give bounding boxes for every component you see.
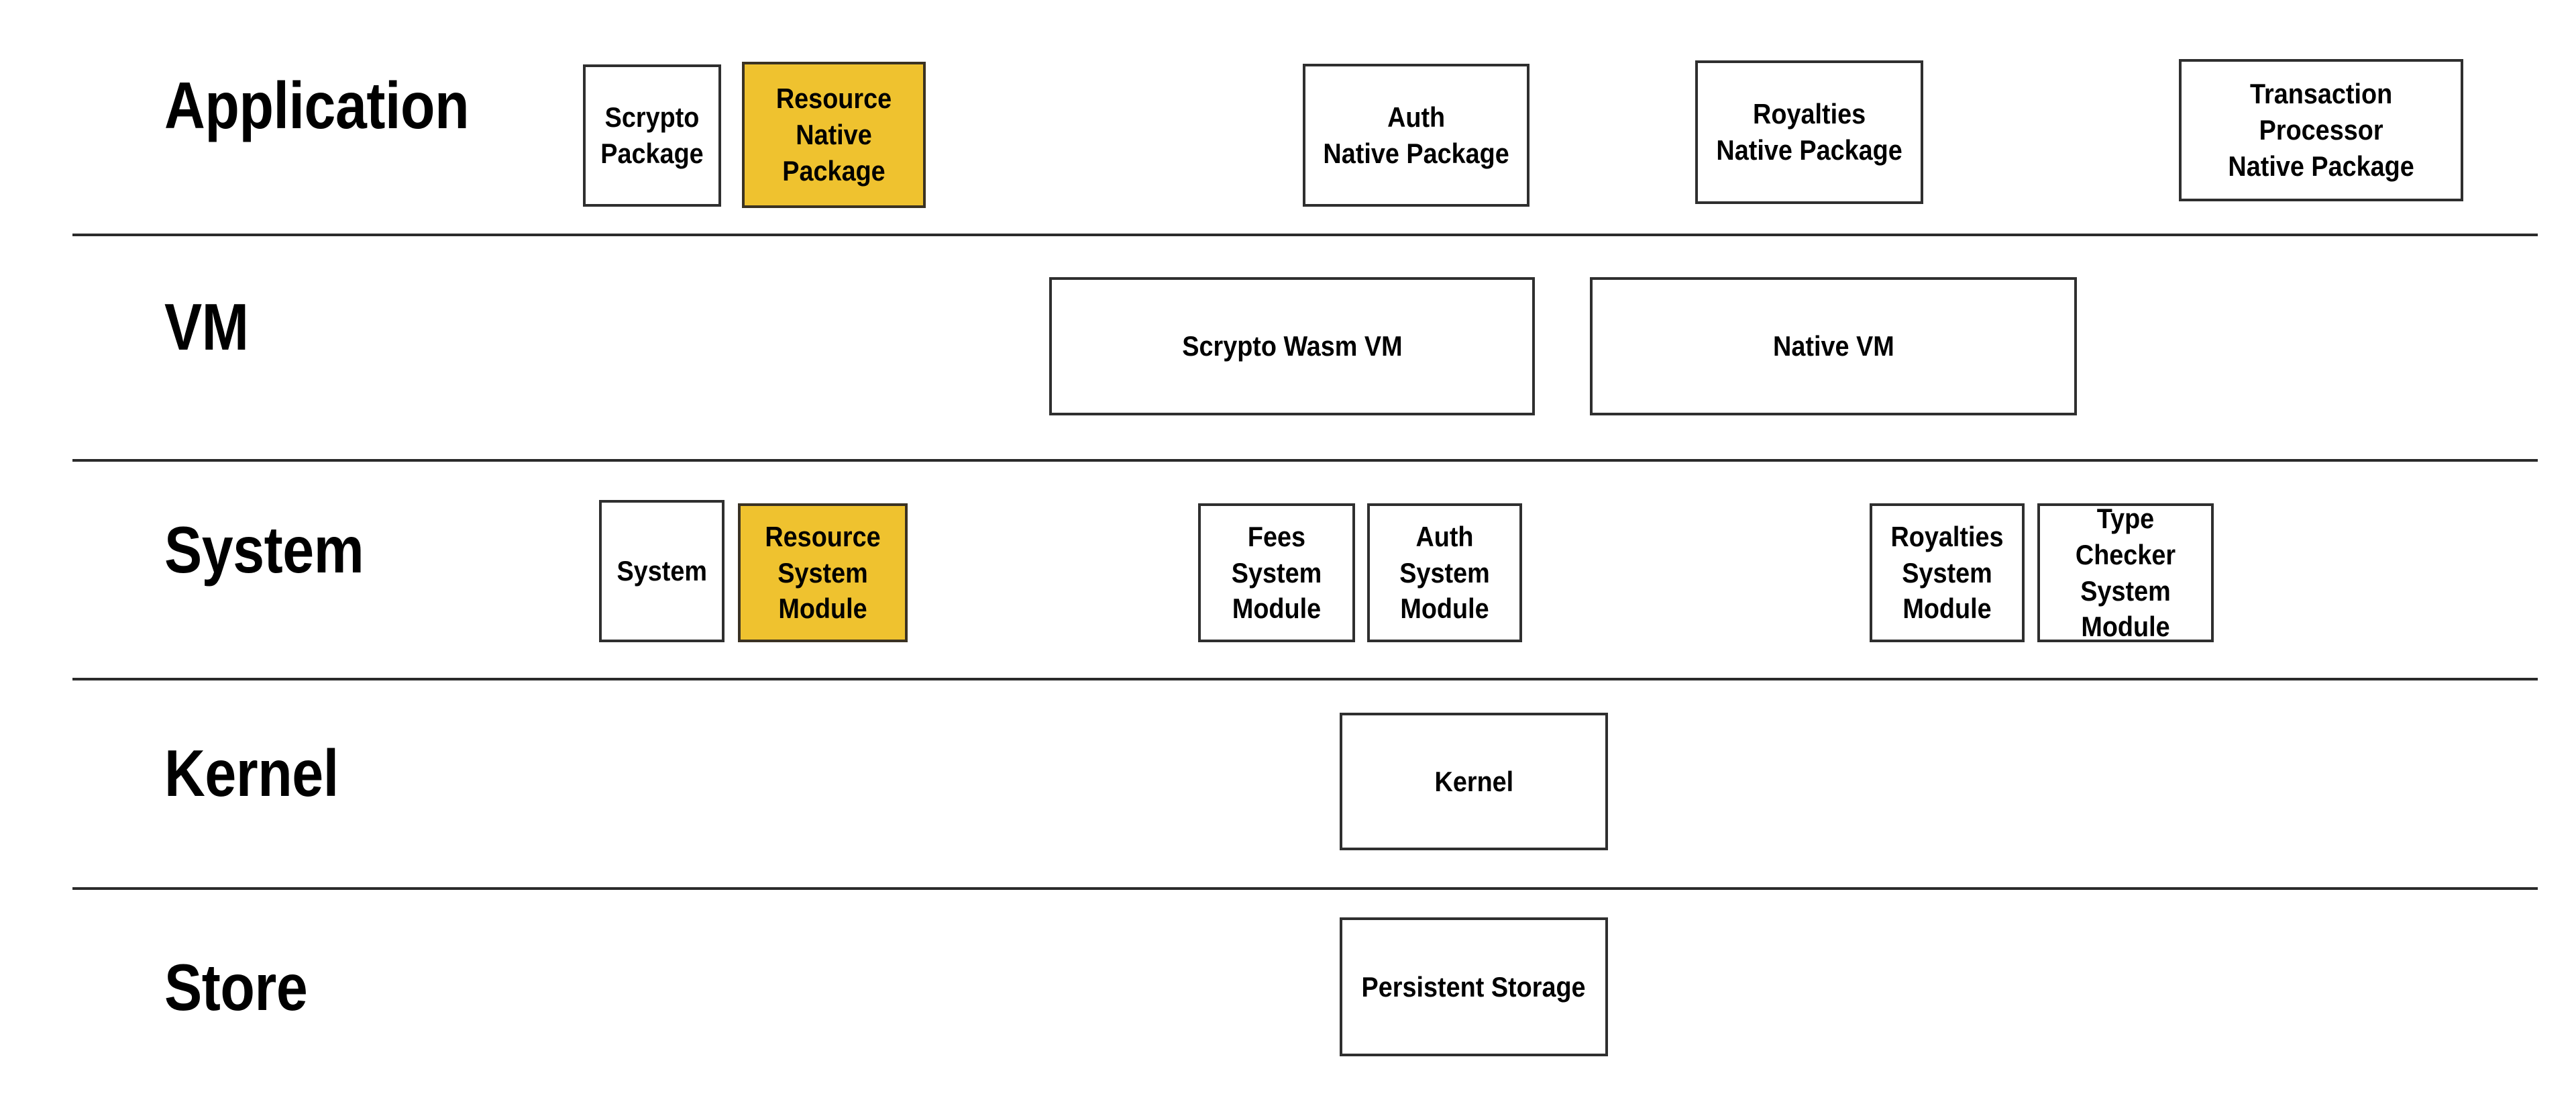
node-label: Persistent Storage (1361, 970, 1587, 1003)
divider-system-kernel (72, 678, 2538, 680)
layer-label-system: System (164, 513, 364, 587)
node-label: Kernel (1434, 765, 1513, 797)
node-label: Transaction Processor Native Package (2228, 78, 2414, 182)
node-persistent-storage[interactable]: Persistent Storage (1340, 917, 1608, 1056)
layer-label-application: Application (164, 68, 470, 142)
node-label: Royalties Native Package (1716, 98, 1902, 166)
divider-vm-system (72, 459, 2538, 462)
node-royalties-native-package[interactable]: Royalties Native Package (1695, 60, 1923, 204)
node-scrypto-wasm-vm[interactable]: Scrypto Wasm VM (1049, 277, 1535, 415)
node-label: Type Checker System Module (2075, 503, 2176, 643)
node-label: Auth System Module (1399, 520, 1490, 625)
layer-label-store: Store (164, 950, 308, 1024)
node-label: Scrypto Package (600, 101, 704, 169)
node-royalties-system-module[interactable]: Royalties System Module (1870, 503, 2025, 642)
node-auth-native-package[interactable]: Auth Native Package (1303, 64, 1529, 207)
node-auth-system-module[interactable]: Auth System Module (1367, 503, 1522, 642)
node-native-vm[interactable]: Native VM (1590, 277, 2077, 415)
node-system[interactable]: System (599, 500, 724, 642)
node-label: Resource System Module (765, 520, 881, 625)
node-label: System (616, 555, 707, 587)
architecture-diagram: Application Scrypto Package Resource Nat… (0, 0, 2576, 1112)
divider-application-vm (72, 234, 2538, 236)
node-label: Resource Native Package (775, 83, 892, 187)
node-resource-system-module[interactable]: Resource System Module (738, 503, 908, 642)
layer-label-kernel: Kernel (164, 736, 339, 810)
layer-label-vm: VM (164, 290, 249, 364)
node-label: Native VM (1772, 330, 1894, 362)
divider-kernel-store (72, 887, 2538, 890)
node-label: Auth Native Package (1323, 101, 1509, 169)
node-transaction-processor-native-package[interactable]: Transaction Processor Native Package (2179, 59, 2463, 201)
node-resource-native-package[interactable]: Resource Native Package (742, 62, 926, 208)
node-kernel[interactable]: Kernel (1340, 713, 1608, 850)
node-label: Scrypto Wasm VM (1181, 330, 1403, 362)
node-label: Fees System Module (1231, 520, 1322, 625)
node-label: Royalties System Module (1890, 520, 2004, 625)
node-type-checker-system-module[interactable]: Type Checker System Module (2037, 503, 2214, 642)
node-fees-system-module[interactable]: Fees System Module (1198, 503, 1355, 642)
node-scrypto-package[interactable]: Scrypto Package (583, 64, 721, 207)
